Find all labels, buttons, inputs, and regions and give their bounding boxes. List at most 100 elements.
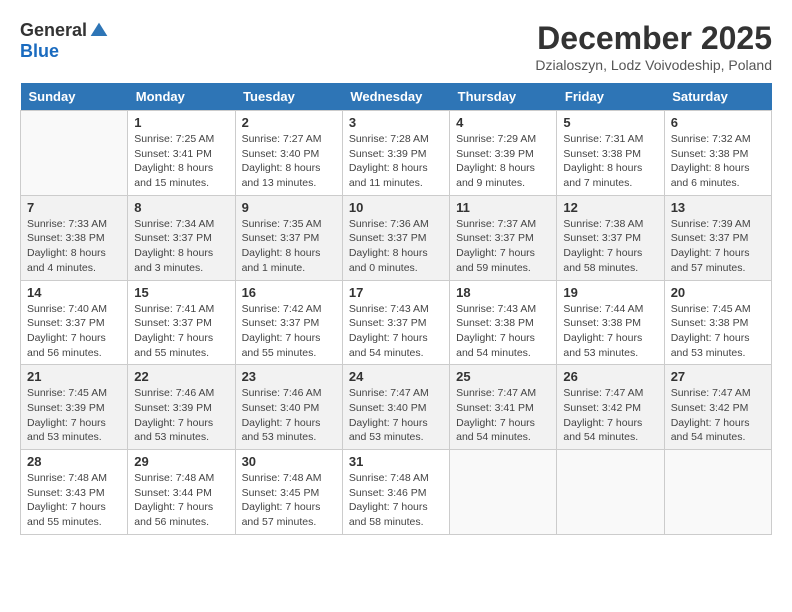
day-number: 26	[563, 369, 657, 384]
calendar-cell: 19 Sunrise: 7:44 AM Sunset: 3:38 PM Dayli…	[557, 280, 664, 365]
day-info: Sunrise: 7:48 AM Sunset: 3:44 PM Dayligh…	[134, 471, 228, 530]
month-title: December 2025	[535, 20, 772, 57]
day-number: 25	[456, 369, 550, 384]
day-number: 14	[27, 285, 121, 300]
day-info: Sunrise: 7:48 AM Sunset: 3:43 PM Dayligh…	[27, 471, 121, 530]
calendar-cell: 6 Sunrise: 7:32 AM Sunset: 3:38 PM Daylig…	[664, 111, 771, 196]
calendar-cell: 26 Sunrise: 7:47 AM Sunset: 3:42 PM Dayli…	[557, 365, 664, 450]
day-info: Sunrise: 7:31 AM Sunset: 3:38 PM Dayligh…	[563, 132, 657, 191]
day-info: Sunrise: 7:47 AM Sunset: 3:40 PM Dayligh…	[349, 386, 443, 445]
calendar-cell: 10Sunrise: 7:36 AM Sunset: 3:37 PM Dayli…	[342, 195, 449, 280]
calendar-cell: 18 Sunrise: 7:43 AM Sunset: 3:38 PM Dayli…	[450, 280, 557, 365]
day-info: Sunrise: 7:40 AM Sunset: 3:37 PM Dayligh…	[27, 302, 121, 361]
day-number: 4	[456, 115, 550, 130]
day-info: Sunrise: 7:27 AM Sunset: 3:40 PM Dayligh…	[242, 132, 336, 191]
weekday-header-wednesday: Wednesday	[342, 83, 449, 111]
calendar-cell: 7 Sunrise: 7:33 AM Sunset: 3:38 PM Daylig…	[21, 195, 128, 280]
day-number: 8	[134, 200, 228, 215]
page-header: General Blue December 2025 Dzialoszyn, L…	[20, 20, 772, 73]
calendar-cell: 31 Sunrise: 7:48 AM Sunset: 3:46 PM Dayli…	[342, 450, 449, 535]
calendar-cell: 8Sunrise: 7:34 AM Sunset: 3:37 PM Daylig…	[128, 195, 235, 280]
day-info: Sunrise: 7:47 AM Sunset: 3:42 PM Dayligh…	[563, 386, 657, 445]
calendar-cell: 20 Sunrise: 7:45 AM Sunset: 3:38 PM Dayli…	[664, 280, 771, 365]
calendar-cell	[557, 450, 664, 535]
day-info: Sunrise: 7:38 AM Sunset: 3:37 PM Dayligh…	[563, 217, 657, 276]
day-number: 13	[671, 200, 765, 215]
day-number: 23	[242, 369, 336, 384]
day-info: Sunrise: 7:43 AM Sunset: 3:38 PM Dayligh…	[456, 302, 550, 361]
day-info: Sunrise: 7:28 AM Sunset: 3:39 PM Dayligh…	[349, 132, 443, 191]
weekday-header-friday: Friday	[557, 83, 664, 111]
calendar-cell: 16Sunrise: 7:42 AM Sunset: 3:37 PM Dayli…	[235, 280, 342, 365]
logo-blue: Blue	[20, 41, 59, 62]
calendar-cell	[664, 450, 771, 535]
day-info: Sunrise: 7:47 AM Sunset: 3:42 PM Dayligh…	[671, 386, 765, 445]
day-info: Sunrise: 7:45 AM Sunset: 3:38 PM Dayligh…	[671, 302, 765, 361]
calendar-cell: 1Sunrise: 7:25 AM Sunset: 3:41 PM Daylig…	[128, 111, 235, 196]
day-number: 12	[563, 200, 657, 215]
day-number: 27	[671, 369, 765, 384]
calendar-body: 1Sunrise: 7:25 AM Sunset: 3:41 PM Daylig…	[21, 111, 772, 535]
weekday-header-monday: Monday	[128, 83, 235, 111]
calendar-cell: 29 Sunrise: 7:48 AM Sunset: 3:44 PM Dayli…	[128, 450, 235, 535]
day-number: 21	[27, 369, 121, 384]
calendar-week-2: 7 Sunrise: 7:33 AM Sunset: 3:38 PM Daylig…	[21, 195, 772, 280]
calendar-cell: 27 Sunrise: 7:47 AM Sunset: 3:42 PM Dayli…	[664, 365, 771, 450]
day-info: Sunrise: 7:33 AM Sunset: 3:38 PM Dayligh…	[27, 217, 121, 276]
day-info: Sunrise: 7:41 AM Sunset: 3:37 PM Dayligh…	[134, 302, 228, 361]
day-info: Sunrise: 7:46 AM Sunset: 3:40 PM Dayligh…	[242, 386, 336, 445]
day-info: Sunrise: 7:29 AM Sunset: 3:39 PM Dayligh…	[456, 132, 550, 191]
weekday-header-tuesday: Tuesday	[235, 83, 342, 111]
calendar-table: SundayMondayTuesdayWednesdayThursdayFrid…	[20, 83, 772, 535]
day-number: 31	[349, 454, 443, 469]
calendar-week-3: 14 Sunrise: 7:40 AM Sunset: 3:37 PM Dayli…	[21, 280, 772, 365]
calendar-week-1: 1Sunrise: 7:25 AM Sunset: 3:41 PM Daylig…	[21, 111, 772, 196]
day-number: 18	[456, 285, 550, 300]
day-number: 19	[563, 285, 657, 300]
day-number: 2	[242, 115, 336, 130]
calendar-week-5: 28 Sunrise: 7:48 AM Sunset: 3:43 PM Dayli…	[21, 450, 772, 535]
calendar-cell: 4 Sunrise: 7:29 AM Sunset: 3:39 PM Daylig…	[450, 111, 557, 196]
calendar-cell: 2 Sunrise: 7:27 AM Sunset: 3:40 PM Daylig…	[235, 111, 342, 196]
calendar-cell: 23 Sunrise: 7:46 AM Sunset: 3:40 PM Dayli…	[235, 365, 342, 450]
calendar-cell: 3 Sunrise: 7:28 AM Sunset: 3:39 PM Daylig…	[342, 111, 449, 196]
weekday-header-saturday: Saturday	[664, 83, 771, 111]
calendar-cell: 5Sunrise: 7:31 AM Sunset: 3:38 PM Daylig…	[557, 111, 664, 196]
day-number: 15	[134, 285, 228, 300]
day-number: 22	[134, 369, 228, 384]
day-number: 20	[671, 285, 765, 300]
day-number: 17	[349, 285, 443, 300]
day-number: 16	[242, 285, 336, 300]
calendar-cell: 30 Sunrise: 7:48 AM Sunset: 3:45 PM Dayli…	[235, 450, 342, 535]
calendar-cell: 14 Sunrise: 7:40 AM Sunset: 3:37 PM Dayli…	[21, 280, 128, 365]
day-number: 7	[27, 200, 121, 215]
calendar-cell: 22Sunrise: 7:46 AM Sunset: 3:39 PM Dayli…	[128, 365, 235, 450]
day-number: 10	[349, 200, 443, 215]
day-number: 1	[134, 115, 228, 130]
day-info: Sunrise: 7:48 AM Sunset: 3:45 PM Dayligh…	[242, 471, 336, 530]
day-number: 30	[242, 454, 336, 469]
logo-general: General	[20, 20, 87, 41]
logo-icon	[89, 21, 109, 41]
day-info: Sunrise: 7:35 AM Sunset: 3:37 PM Dayligh…	[242, 217, 336, 276]
calendar-cell	[21, 111, 128, 196]
day-info: Sunrise: 7:39 AM Sunset: 3:37 PM Dayligh…	[671, 217, 765, 276]
calendar-cell: 21 Sunrise: 7:45 AM Sunset: 3:39 PM Dayli…	[21, 365, 128, 450]
day-number: 24	[349, 369, 443, 384]
day-number: 3	[349, 115, 443, 130]
calendar-cell: 15 Sunrise: 7:41 AM Sunset: 3:37 PM Dayli…	[128, 280, 235, 365]
day-number: 28	[27, 454, 121, 469]
weekday-header-sunday: Sunday	[21, 83, 128, 111]
calendar-week-4: 21 Sunrise: 7:45 AM Sunset: 3:39 PM Dayli…	[21, 365, 772, 450]
calendar-cell: 17Sunrise: 7:43 AM Sunset: 3:37 PM Dayli…	[342, 280, 449, 365]
day-number: 6	[671, 115, 765, 130]
calendar-cell: 12 Sunrise: 7:38 AM Sunset: 3:37 PM Dayli…	[557, 195, 664, 280]
day-info: Sunrise: 7:45 AM Sunset: 3:39 PM Dayligh…	[27, 386, 121, 445]
weekday-header-thursday: Thursday	[450, 83, 557, 111]
day-info: Sunrise: 7:48 AM Sunset: 3:46 PM Dayligh…	[349, 471, 443, 530]
calendar-cell: 25Sunrise: 7:47 AM Sunset: 3:41 PM Dayli…	[450, 365, 557, 450]
day-info: Sunrise: 7:32 AM Sunset: 3:38 PM Dayligh…	[671, 132, 765, 191]
day-info: Sunrise: 7:44 AM Sunset: 3:38 PM Dayligh…	[563, 302, 657, 361]
day-number: 11	[456, 200, 550, 215]
day-number: 29	[134, 454, 228, 469]
